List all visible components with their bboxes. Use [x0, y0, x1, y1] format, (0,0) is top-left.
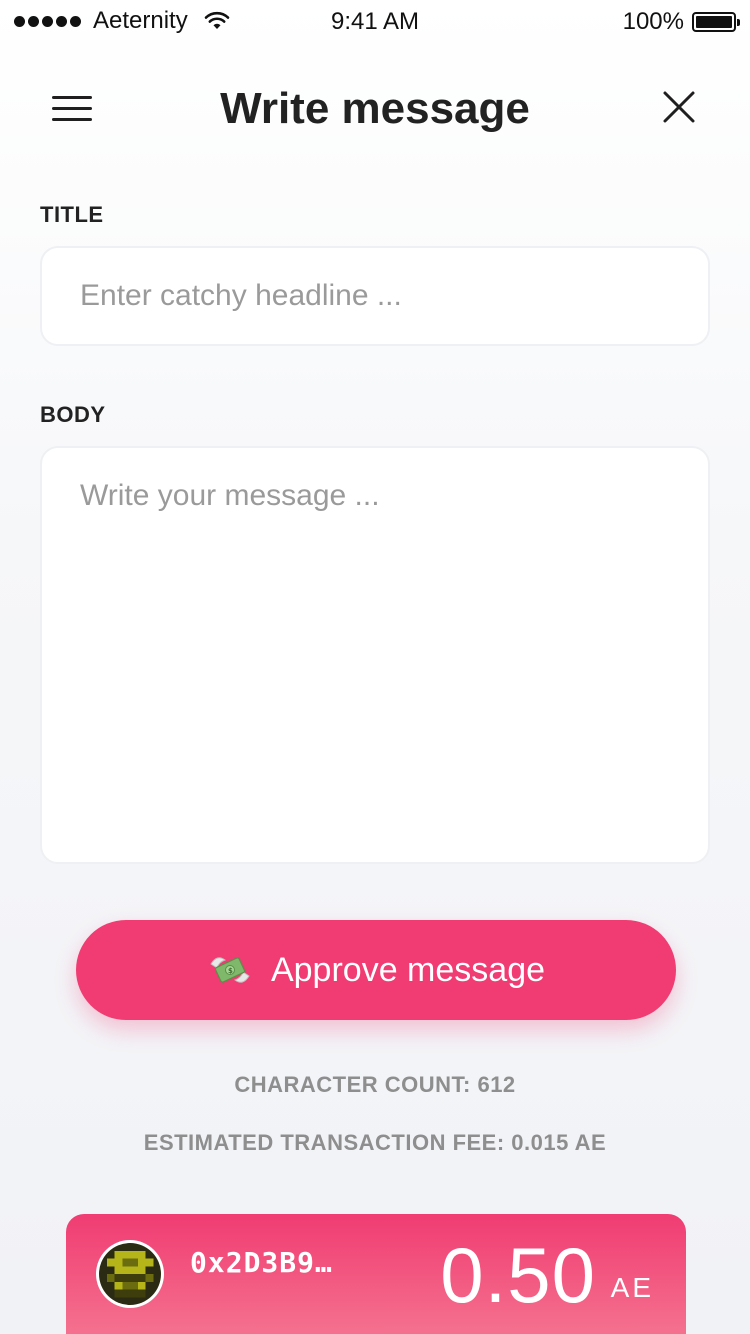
title-label: TITLE [40, 202, 104, 227]
balance-currency: AE [610, 1272, 654, 1303]
money-with-wings-icon: $ [210, 957, 250, 983]
identicon-icon [99, 1243, 161, 1305]
account-balance: 0.50 [440, 1231, 596, 1319]
title-input[interactable] [40, 246, 710, 346]
body-textarea[interactable] [40, 446, 710, 864]
account-address: 0x2D3B9… [190, 1246, 333, 1279]
svg-text:$: $ [228, 967, 233, 975]
avatar [96, 1240, 164, 1308]
body-label: BODY [40, 402, 106, 427]
page-title: Write message [220, 84, 530, 133]
approve-button-label: Approve message [270, 950, 546, 989]
status-bar: Aeternity 9:41 AM 100% [0, 0, 750, 40]
close-icon[interactable] [662, 90, 696, 124]
battery-percentage: 100% [622, 8, 684, 35]
transaction-fee: ESTIMATED TRANSACTION FEE: 0.015 AE [143, 1130, 607, 1155]
approve-message-button[interactable]: $ Approve message [76, 920, 676, 1020]
battery-icon [692, 12, 740, 32]
character-count: CHARACTER COUNT: 612 [234, 1072, 516, 1097]
account-card[interactable]: 0x2D3B9… 0.50 AE [66, 1214, 686, 1334]
status-right: 100% [622, 8, 740, 36]
header: Write message [0, 70, 750, 150]
